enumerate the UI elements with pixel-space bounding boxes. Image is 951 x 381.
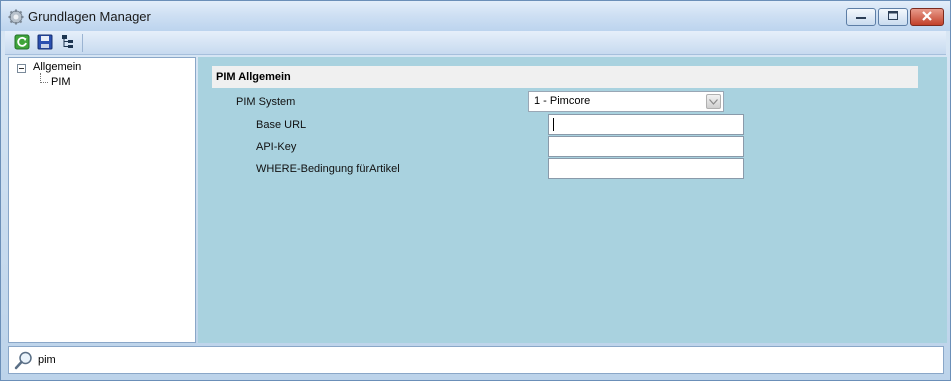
text-caret	[553, 118, 554, 131]
maximize-button[interactable]	[878, 8, 908, 26]
refresh-icon	[14, 34, 30, 53]
where-condition-input[interactable]	[548, 158, 744, 179]
pim-system-select[interactable]: 1 - Pimcore	[528, 91, 724, 112]
close-button[interactable]	[910, 8, 944, 26]
settings-panel: PIM Allgemein PIM System 1 - Pimcore Bas…	[198, 57, 947, 343]
api-key-input[interactable]	[548, 136, 744, 157]
where-condition-label: WHERE-Bedingung fürArtikel	[256, 163, 400, 175]
tree-item-pim[interactable]: PIM	[51, 76, 71, 88]
title-bar[interactable]: Grundlagen Manager	[1, 1, 950, 31]
window-title: Grundlagen Manager	[28, 9, 151, 24]
minimize-button[interactable]	[846, 8, 876, 26]
save-icon	[37, 34, 53, 53]
base-url-input[interactable]	[548, 114, 744, 135]
navigation-tree: Allgemein PIM	[8, 57, 196, 343]
close-icon	[922, 10, 932, 24]
collapse-icon[interactable]	[17, 64, 26, 73]
pim-system-label: PIM System	[236, 96, 296, 108]
chevron-down-icon[interactable]	[706, 94, 721, 109]
app-window: Grundlagen Manager Allgemein PIM PIM All…	[0, 0, 951, 381]
tree-icon	[60, 34, 76, 53]
toolbar	[5, 31, 946, 55]
search-input[interactable]: pim	[38, 354, 56, 366]
search-icon[interactable]	[14, 350, 34, 370]
search-bar[interactable]: pim	[8, 346, 944, 374]
pim-system-value: 1 - Pimcore	[534, 95, 591, 107]
base-url-label: Base URL	[256, 119, 307, 131]
refresh-button[interactable]	[13, 34, 31, 52]
section-title: PIM Allgemein	[212, 66, 918, 88]
tree-item-allgemein[interactable]: Allgemein	[33, 61, 81, 73]
save-button[interactable]	[36, 34, 54, 52]
tree-connector	[40, 82, 48, 83]
api-key-label: API-Key	[256, 141, 297, 153]
minimize-icon	[856, 11, 866, 23]
gear-icon	[8, 9, 24, 25]
maximize-icon	[888, 11, 898, 23]
toolbar-separator	[82, 34, 83, 52]
tree-view-button[interactable]	[59, 34, 77, 52]
